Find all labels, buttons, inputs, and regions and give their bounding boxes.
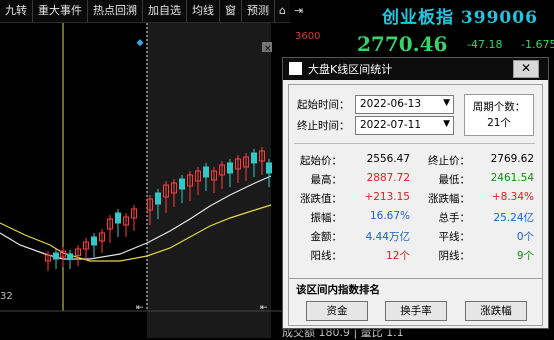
- chart-toolbar: 九转 重大事件 热点回溯 加自选 均线 窗 预测 ⌂ ⇥: [0, 0, 303, 23]
- start-price-value: 2556.47: [366, 153, 410, 165]
- high-value: 2887.72: [366, 172, 410, 184]
- flat-candles-value: 0个: [516, 231, 534, 243]
- dropdown-arrow-icon: ▼: [443, 119, 450, 129]
- index-change-pct: -1.675: [521, 38, 554, 51]
- start-time-label: 起始时间：: [297, 99, 350, 111]
- end-time-label: 终止时间：: [297, 120, 350, 132]
- period-count-label: 周期个数：: [472, 101, 526, 113]
- right-axis-value: 3600: [295, 31, 321, 42]
- period-count-value: 21个: [487, 117, 511, 129]
- app-icon: [289, 62, 302, 75]
- low-label: 最低：: [438, 174, 471, 186]
- left-axis-value: 32: [0, 291, 13, 302]
- up-candles-label: 阳线：: [310, 250, 343, 262]
- close-icon: ✕: [520, 61, 532, 75]
- rank-by-turnover-button[interactable]: 换手率: [385, 301, 447, 321]
- close-button[interactable]: ✕: [513, 60, 539, 78]
- end-price-label: 终止价：: [428, 155, 470, 167]
- candle-body: [155, 192, 161, 205]
- down-candles-label: 阴线：: [438, 250, 471, 262]
- change-label: 涨跌值：: [300, 193, 342, 205]
- candle-body: [91, 236, 97, 246]
- amount-label: 金额：: [310, 231, 343, 243]
- dialog-titlebar[interactable]: 大盘K线区间统计 ✕: [283, 58, 548, 80]
- change-value: +213.15: [364, 191, 410, 203]
- total-volume-label: 总手：: [438, 212, 471, 224]
- candle-body: [53, 252, 59, 260]
- dropdown-arrow-icon: ▼: [443, 98, 450, 108]
- dialog-body: 起始时间： 2022-06-13 ▼ 终止时间： 2022-07-11 ▼ 周期…: [288, 84, 543, 326]
- svg-text:×: ×: [264, 44, 272, 54]
- lock-icon[interactable]: ⌂: [275, 0, 290, 22]
- start-time-select[interactable]: 2022-06-13 ▼: [355, 95, 454, 114]
- toolbar-forecast[interactable]: 预测: [242, 0, 275, 22]
- down-candles-value: 9个: [516, 250, 534, 262]
- index-title: 创业板指 399006: [382, 8, 538, 28]
- index-price: 2770.46: [357, 32, 448, 56]
- interval-left-arrow-icon: ⇤: [136, 303, 144, 313]
- divider: [289, 278, 542, 279]
- low-value: 2461.54: [490, 172, 534, 184]
- export-icon[interactable]: ⇥: [290, 0, 307, 22]
- toolbar-major-events[interactable]: 重大事件: [33, 0, 88, 22]
- candle-body: [251, 152, 257, 164]
- rank-by-capital-button[interactable]: 资金: [306, 301, 368, 321]
- interval-right-arrow-icon: ⇤: [260, 303, 268, 313]
- end-price-value: 2769.62: [490, 153, 534, 165]
- high-label: 最高：: [310, 174, 343, 186]
- interval-stats-dialog: 大盘K线区间统计 ✕ 起始时间： 2022-06-13 ▼ 终止时间： 2022…: [282, 57, 549, 329]
- toolbar-add-favorite[interactable]: 加自选: [143, 0, 187, 22]
- change-pct-label: 涨跌幅：: [428, 193, 470, 205]
- amount-value: 4.44万亿: [365, 231, 410, 243]
- dialog-title: 大盘K线区间统计: [308, 63, 393, 76]
- stats-grid: 起始价： 2556.47 终止价： 2769.62 最高： 2887.72 最低…: [294, 145, 535, 280]
- divider: [294, 143, 535, 144]
- rank-by-change-button[interactable]: 涨跌幅: [465, 301, 527, 321]
- index-change: -47.18: [467, 38, 503, 51]
- up-candles-value: 12个: [386, 250, 410, 262]
- change-pct-value: +8.34%: [491, 191, 534, 203]
- candle-body: [67, 253, 73, 260]
- rank-section-title: 该区间内指数排名: [296, 284, 380, 296]
- start-price-label: 起始价：: [300, 155, 342, 167]
- candle-body: [266, 162, 272, 174]
- toolbar-moving-average[interactable]: 均线: [187, 0, 220, 22]
- amplitude-label: 振幅：: [310, 212, 343, 224]
- total-volume-value: 25.24亿: [493, 212, 534, 224]
- flat-candles-label: 平线：: [438, 231, 471, 243]
- toolbar-nine-turn[interactable]: 九转: [0, 0, 33, 22]
- candle-body: [115, 212, 121, 224]
- end-time-select[interactable]: 2022-07-11 ▼: [355, 116, 454, 135]
- toolbar-window[interactable]: 窗: [220, 0, 242, 22]
- amplitude-value: 16.67%: [369, 210, 410, 222]
- candle-body: [227, 162, 233, 174]
- period-count-box: 周期个数： 21个: [464, 94, 534, 136]
- selected-interval-shade: [147, 23, 271, 338]
- candle-body: [203, 166, 209, 178]
- candle-body: [179, 178, 185, 190]
- kline-chart[interactable]: × ⇤ ⇤ 32: [0, 23, 292, 338]
- toolbar-hotspot-review[interactable]: 热点回溯: [88, 0, 143, 22]
- diamond-marker-icon: [136, 39, 144, 47]
